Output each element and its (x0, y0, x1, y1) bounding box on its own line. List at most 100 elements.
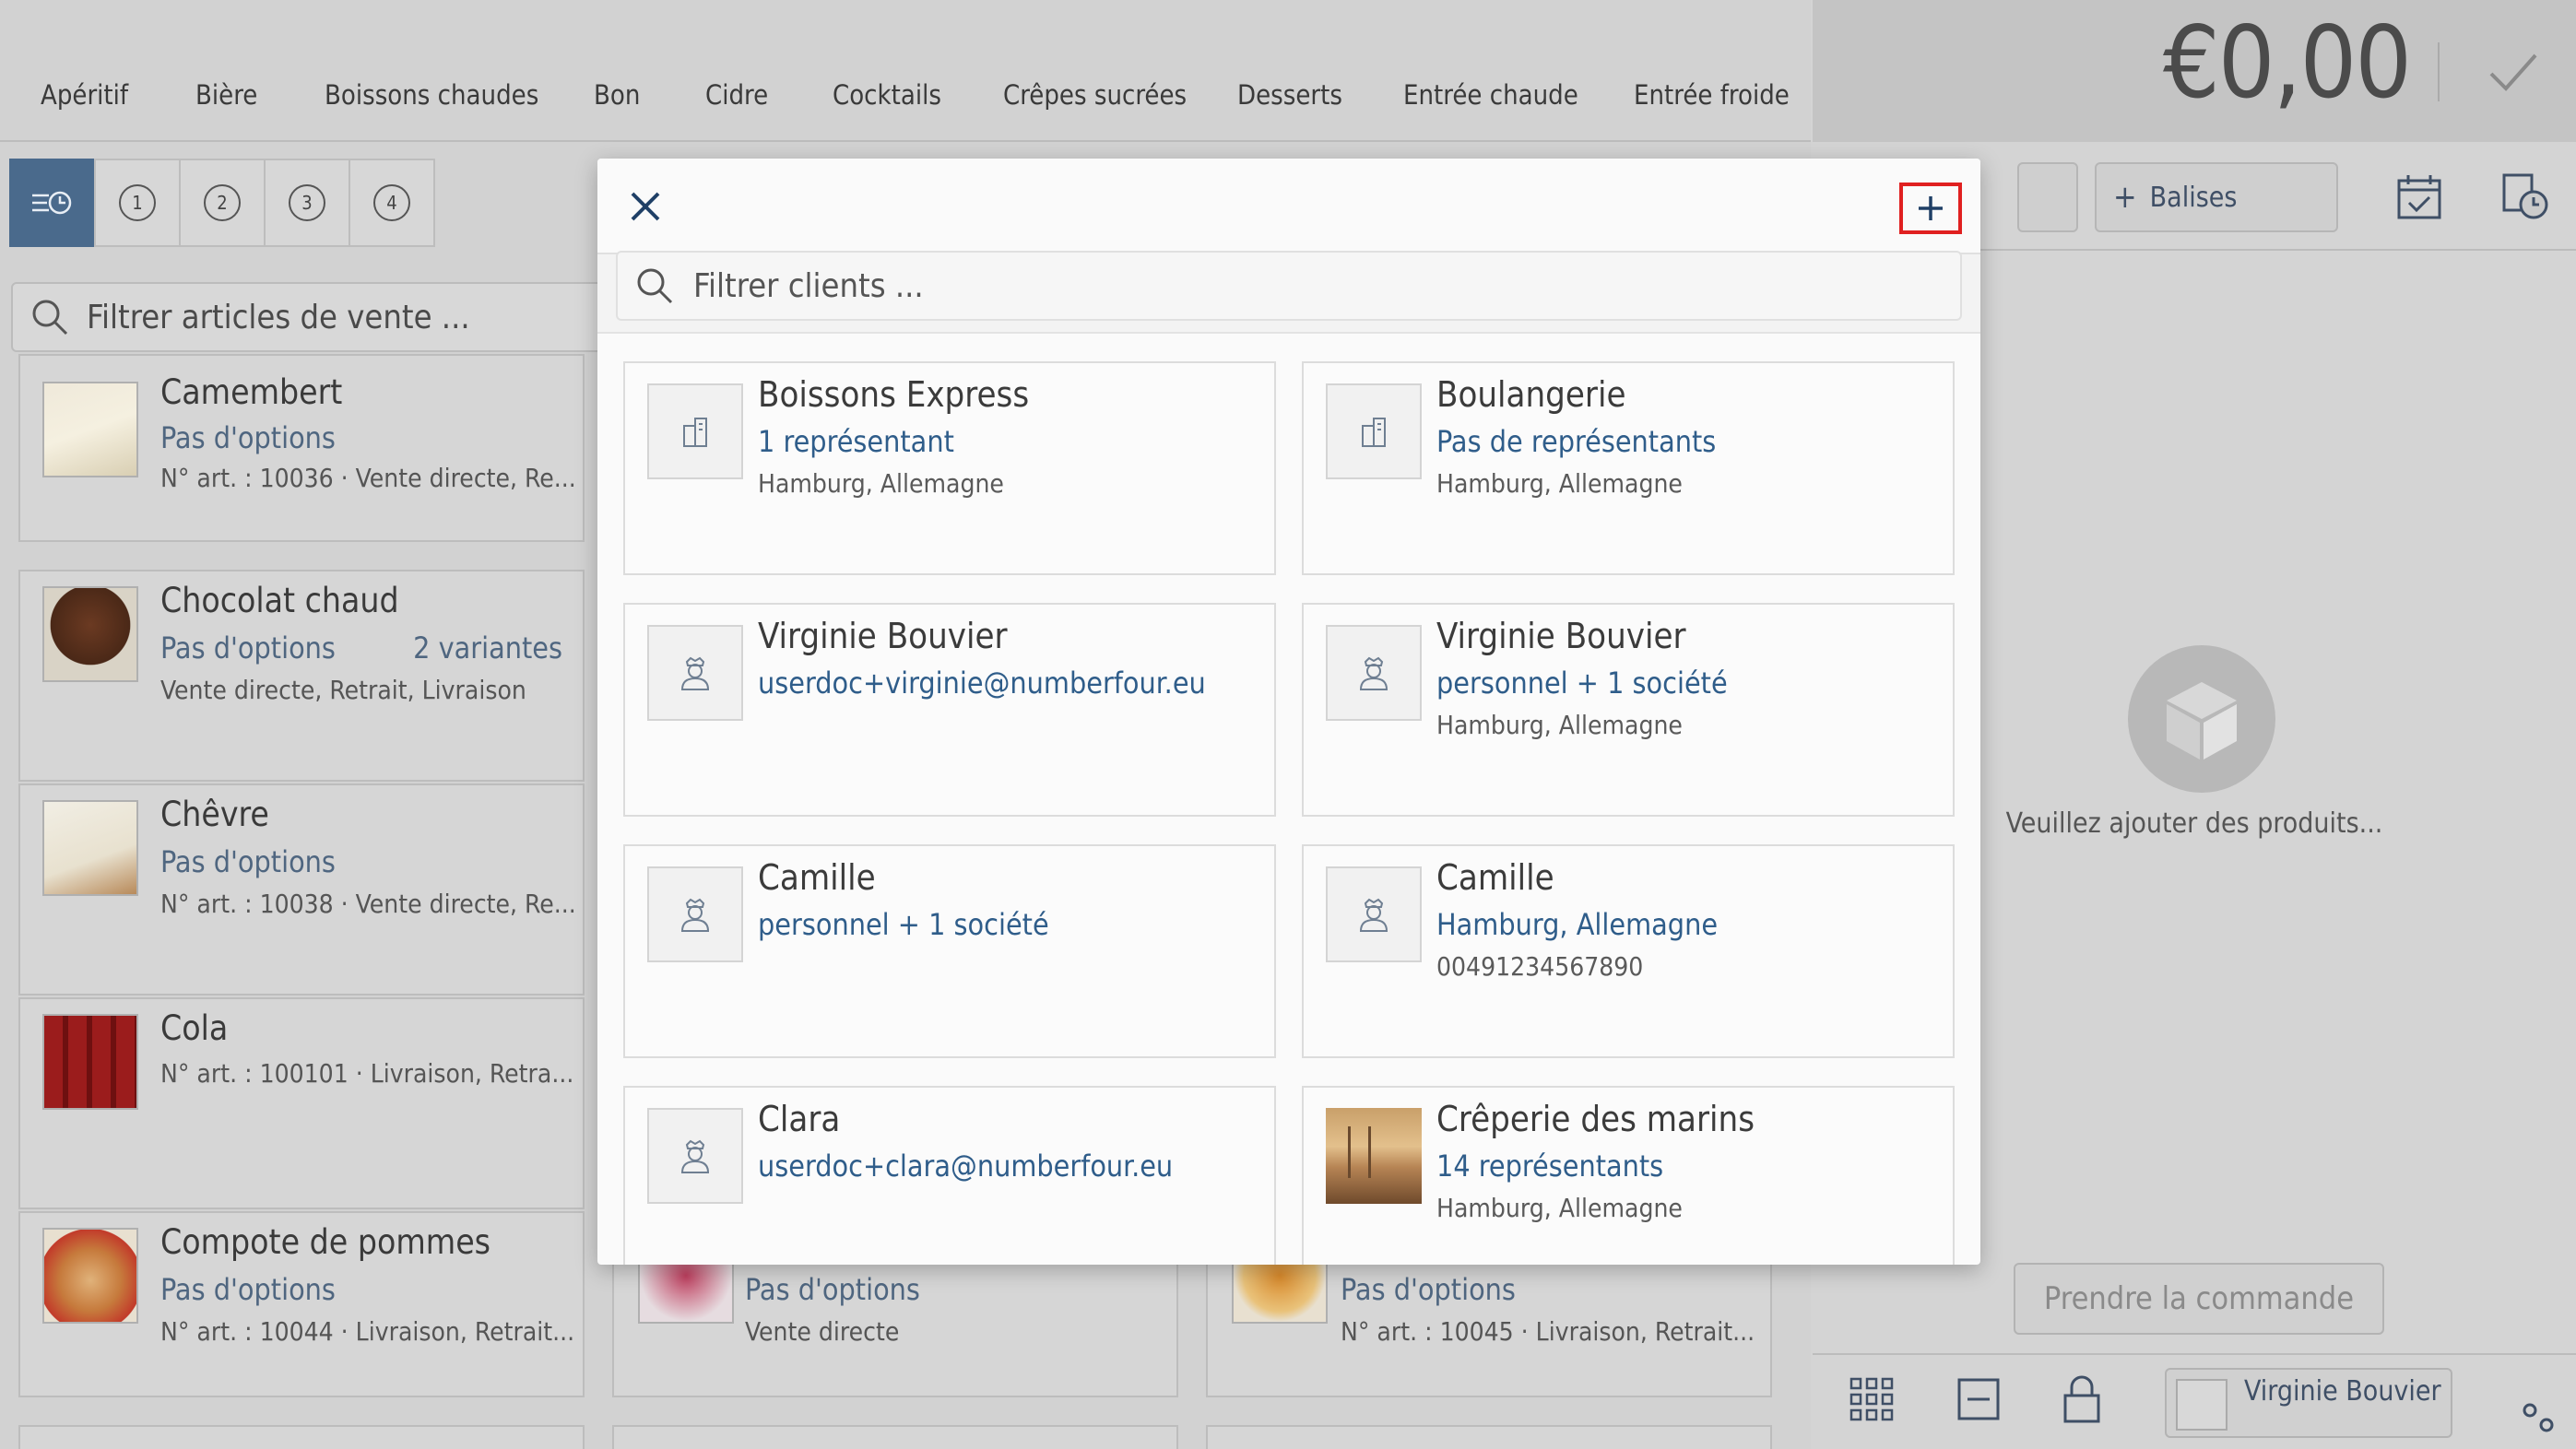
divider (2438, 42, 2440, 101)
tab-course-4[interactable]: 4 (349, 159, 435, 247)
take-order-button[interactable]: Prendre la commande (2014, 1263, 2384, 1335)
product-search-input[interactable]: Filtrer articles de vente ... (11, 282, 656, 352)
client-card[interactable]: Virginie Bouvier personnel + 1 société H… (1302, 603, 1955, 817)
client-detail: 1 représentant (758, 424, 954, 459)
grid-view-button[interactable] (1849, 1377, 1894, 1425)
plus-icon (1919, 196, 1943, 220)
client-name: Camille (758, 857, 876, 898)
product-options: Pas d'options (1341, 1272, 1516, 1307)
search-icon (637, 268, 673, 304)
product-image (42, 800, 138, 896)
plus-icon: + (2113, 179, 2137, 216)
tab-course-3[interactable]: 3 (264, 159, 350, 247)
client-card[interactable]: Boissons Express 1 représentant Hamburg,… (623, 361, 1276, 575)
client-card[interactable]: Clara userdoc+clara@numberfour.eu (623, 1086, 1276, 1265)
order-total: €0,00 (2163, 6, 2412, 121)
person-icon (647, 1108, 743, 1204)
tab-course-2[interactable]: 2 (179, 159, 266, 247)
product-card[interactable]: Cola N° art. : 100101 · Livraison, Retra… (18, 997, 585, 1209)
empty-box-icon (2128, 645, 2275, 793)
schedule-button[interactable] (2395, 173, 2443, 225)
product-name: Compote de pommes (160, 1222, 491, 1262)
client-card[interactable]: Camille personnel + 1 société (623, 844, 1276, 1058)
category-aperitif[interactable]: Apéritif (41, 79, 128, 111)
category-entree-froide[interactable]: Entrée froide (1634, 79, 1790, 111)
minimize-button[interactable] (1956, 1377, 2001, 1425)
client-name: Clara (758, 1099, 841, 1139)
client-location: Hamburg, Allemagne (1436, 710, 1683, 740)
close-icon (631, 192, 660, 221)
category-boissons-chaudes[interactable]: Boissons chaudes (325, 79, 538, 111)
category-biere[interactable]: Bière (195, 79, 257, 111)
category-bon[interactable]: Bon (594, 79, 640, 111)
checkmark-icon (2489, 53, 2537, 91)
product-variants: 2 variantes (413, 630, 562, 666)
tab-course-1-label: 1 (119, 184, 156, 221)
connection-status[interactable] (2519, 1397, 2565, 1447)
category-cidre[interactable]: Cidre (705, 79, 768, 111)
current-user-name: Virginie Bouvier (2244, 1375, 2441, 1408)
company-icon (647, 383, 743, 479)
course-tabs: 1 2 3 4 (9, 159, 435, 247)
tags-button-label: Balises (2149, 181, 2238, 214)
client-search-input[interactable]: Filtrer clients ... (616, 251, 1962, 321)
product-info: N° art. : 100101 · Livraison, Retra... (160, 1058, 574, 1089)
search-icon (32, 300, 68, 336)
client-picker-dialog: Filtrer clients ... Boissons Express 1 r… (597, 159, 1980, 1265)
product-card[interactable] (612, 1425, 1178, 1449)
category-crepes-sucrees[interactable]: Crêpes sucrées (1003, 79, 1187, 111)
product-image (42, 586, 138, 682)
product-card[interactable] (1206, 1425, 1772, 1449)
client-location: Hamburg, Allemagne (1436, 468, 1683, 499)
tags-button[interactable]: + Balises (2095, 162, 2338, 232)
client-email: userdoc+virginie@numberfour.eu (758, 666, 1206, 701)
product-image (42, 382, 138, 477)
category-cocktails[interactable]: Cocktails (833, 79, 941, 111)
client-search-placeholder: Filtrer clients ... (693, 266, 924, 305)
category-bar: Apéritif Bière Boissons chaudes Bon Cidr… (0, 0, 1811, 142)
history-button[interactable] (2500, 171, 2552, 227)
tab-course-2-label: 2 (204, 184, 241, 221)
product-info: Vente directe, Retrait, Livraison (160, 675, 526, 705)
client-phone: 00491234567890 (1436, 951, 1644, 982)
product-image (42, 1228, 138, 1324)
client-detail: personnel + 1 société (1436, 666, 1728, 701)
client-card[interactable]: Boulangerie Pas de représentants Hamburg… (1302, 361, 1955, 575)
client-card[interactable]: Virginie Bouvier userdoc+virginie@number… (623, 603, 1276, 817)
network-icon (2523, 1403, 2554, 1432)
client-card[interactable]: Camille Hamburg, Allemagne 0049123456789… (1302, 844, 1955, 1058)
product-info: Vente directe (745, 1316, 900, 1347)
product-card[interactable]: Chocolat chaud Pas d'options 2 variantes… (18, 570, 585, 782)
category-desserts[interactable]: Desserts (1237, 79, 1342, 111)
lock-button[interactable] (2062, 1375, 2102, 1427)
add-client-button[interactable] (1899, 183, 1962, 234)
product-card[interactable] (18, 1425, 585, 1449)
product-card[interactable]: Chêvre Pas d'options N° art. : 10038 · V… (18, 783, 585, 995)
client-card[interactable]: Crêperie des marins 14 représentants Ham… (1302, 1086, 1955, 1265)
client-search-bar: Filtrer clients ... (597, 251, 1980, 334)
tab-all-courses[interactable] (9, 159, 96, 247)
confirm-button[interactable] (2484, 42, 2543, 105)
current-user-chip[interactable]: Virginie Bouvier (2165, 1368, 2452, 1438)
close-button[interactable] (625, 186, 666, 227)
lock-icon (2063, 1375, 2100, 1423)
person-icon (647, 866, 743, 962)
product-card[interactable]: Camembert Pas d'options N° art. : 10036 … (18, 354, 585, 542)
dialog-header (597, 159, 1980, 254)
product-card[interactable]: Compote de pommes Pas d'options N° art. … (18, 1211, 585, 1397)
product-info: N° art. : 10036 · Vente directe, Re... (160, 463, 576, 493)
category-entree-chaude[interactable]: Entrée chaude (1403, 79, 1578, 111)
client-name: Camille (1436, 857, 1554, 898)
client-name: Crêperie des marins (1436, 1099, 1755, 1139)
client-photo (1326, 1108, 1422, 1204)
product-name: Chêvre (160, 795, 269, 834)
person-icon (647, 625, 743, 721)
tab-course-1[interactable]: 1 (94, 159, 181, 247)
client-detail: personnel + 1 société (758, 907, 1049, 942)
client-name: Boulangerie (1436, 374, 1626, 415)
tab-course-3-label: 3 (289, 184, 325, 221)
client-location: Hamburg, Allemagne (758, 468, 1004, 499)
user-group-icon (2176, 1379, 2227, 1431)
product-name: Cola (160, 1008, 229, 1048)
customer-field[interactable] (2017, 162, 2078, 232)
